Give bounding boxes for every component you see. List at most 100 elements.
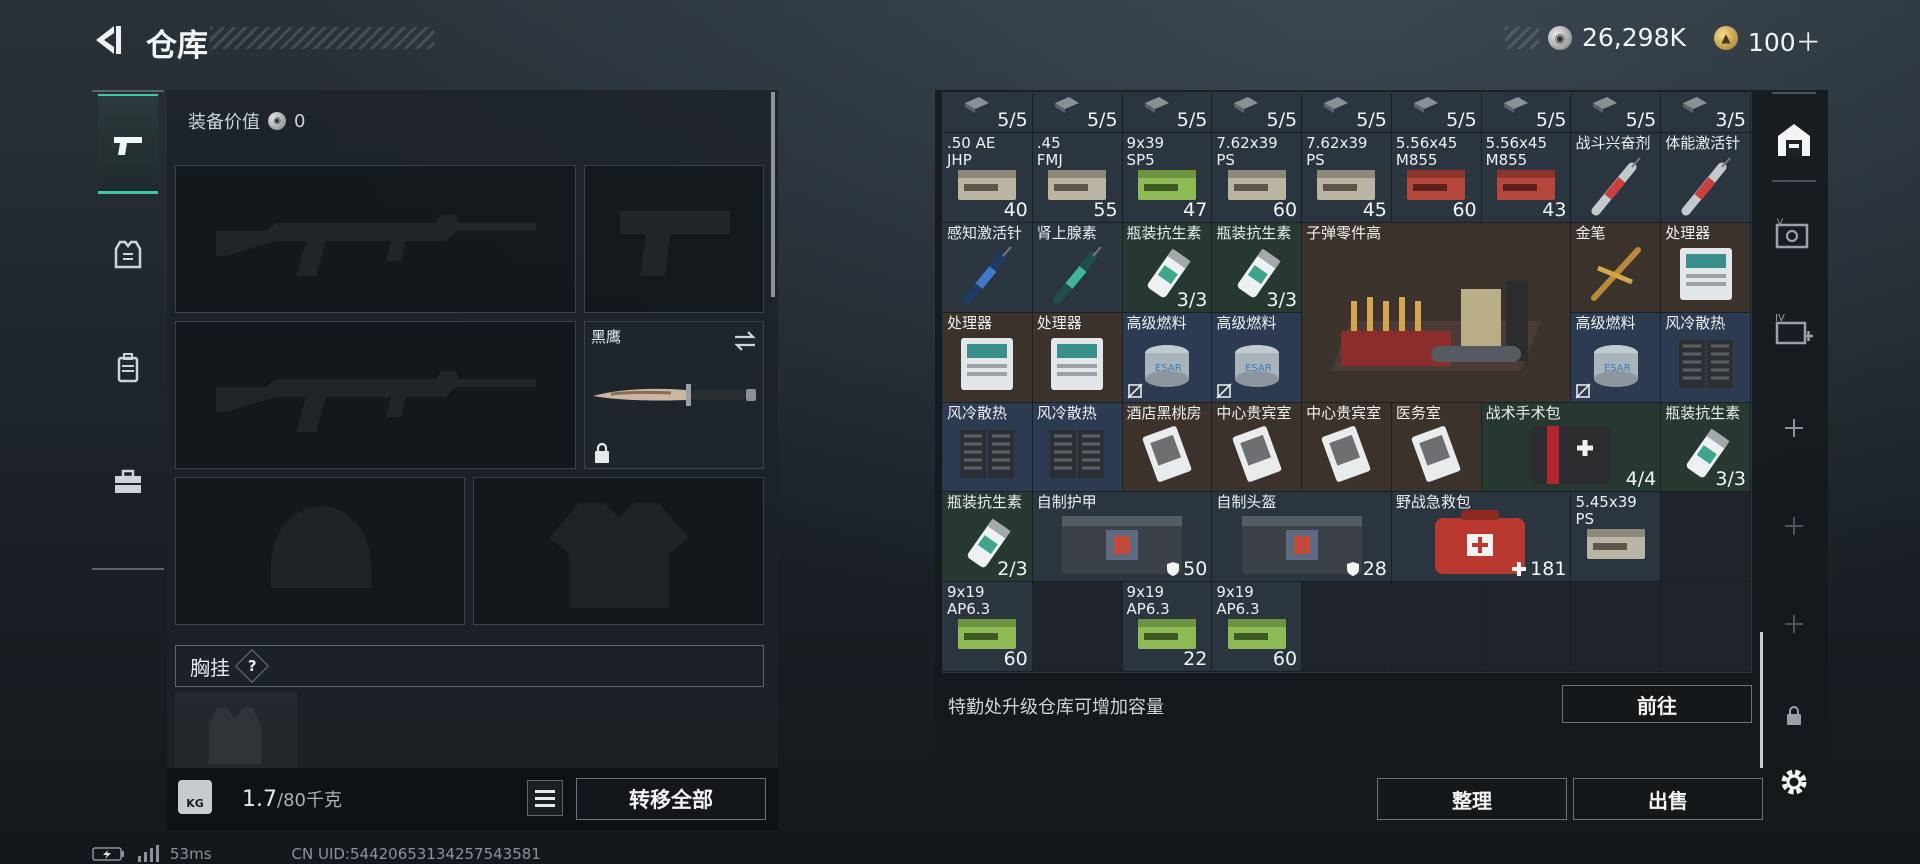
upgrade-hint: 特勤处升级仓库可增加容量 bbox=[948, 697, 1164, 718]
ammo-pack-cell[interactable]: 5/5 bbox=[1391, 93, 1482, 133]
item-name: 高级燃料 bbox=[1216, 313, 1277, 332]
sort-button[interactable]: 整理 bbox=[1377, 778, 1567, 820]
transfer-all-button[interactable]: 转移全部 bbox=[576, 778, 766, 820]
item-name: .50 AE JHP bbox=[947, 134, 996, 169]
item-ammo-tan[interactable]: 7.62x39 PS 45 bbox=[1302, 133, 1392, 223]
shield-icon bbox=[1346, 562, 1359, 577]
item-pills[interactable]: 瓶装抗生素 2/3 bbox=[943, 492, 1033, 583]
sell-button[interactable]: 出售 bbox=[1573, 778, 1763, 820]
tab-armor[interactable] bbox=[98, 204, 158, 304]
tab-expansion-iv[interactable]: IV bbox=[1774, 310, 1814, 350]
ammo-pack-cell[interactable]: 5/5 bbox=[1122, 93, 1213, 133]
item-cooler[interactable]: 风冷散热 bbox=[1661, 312, 1751, 403]
item-quantity: 60 bbox=[1003, 648, 1028, 670]
weight-max: /80千克 bbox=[277, 790, 342, 811]
ammo-pack-cell[interactable]: 5/5 bbox=[943, 93, 1033, 133]
melee-slot[interactable]: 黑鹰 bbox=[584, 321, 764, 469]
no-trade-icon bbox=[1216, 382, 1232, 399]
item-armor-case[interactable]: 自制头盔 28 bbox=[1212, 492, 1392, 583]
ammo-pack-cell[interactable]: 5/5 bbox=[1481, 93, 1572, 133]
helmet-slot[interactable] bbox=[175, 477, 465, 625]
item-surgical-kit[interactable]: 战术手术包 4/4 bbox=[1481, 402, 1662, 493]
item-name: 医务室 bbox=[1395, 403, 1441, 422]
item-pills[interactable]: 瓶装抗生素 3/3 bbox=[1212, 222, 1303, 313]
locked-slot[interactable] bbox=[1774, 696, 1814, 736]
body-armor-slot[interactable] bbox=[473, 477, 764, 625]
settings-button[interactable] bbox=[1774, 762, 1814, 802]
ammo-pack-icon bbox=[1234, 97, 1259, 113]
item-cooler[interactable]: 风冷散热 bbox=[1032, 402, 1123, 493]
add-slot-button[interactable] bbox=[1774, 408, 1814, 448]
item-ammo-tan[interactable]: 7.62x39 PS 60 bbox=[1212, 133, 1303, 223]
swap-icon[interactable] bbox=[733, 330, 757, 352]
tab-toolbox[interactable] bbox=[98, 432, 158, 532]
item-name: 野战急救包 bbox=[1395, 493, 1471, 512]
item-syringe-red[interactable]: 战斗兴奋剂 bbox=[1571, 133, 1662, 223]
ammo-pack-cell[interactable]: 5/5 bbox=[1302, 93, 1392, 133]
item-ammo-tan[interactable]: .45 FMJ 55 bbox=[1032, 133, 1123, 223]
empty-cell bbox=[1481, 582, 1572, 672]
back-button[interactable] bbox=[88, 20, 128, 60]
ammo-pack-cell[interactable]: 5/5 bbox=[1032, 93, 1123, 133]
ammo-pack-cell[interactable]: 5/5 bbox=[1571, 93, 1662, 133]
battery-icon bbox=[92, 847, 124, 861]
item-pills[interactable]: 瓶装抗生素 3/3 bbox=[1122, 222, 1213, 313]
item-fuel[interactable]: ESAR 高级燃料 bbox=[1122, 312, 1213, 403]
item-cooler[interactable]: 风冷散热 bbox=[943, 402, 1033, 493]
item-medkit[interactable]: 野战急救包 181 bbox=[1391, 492, 1572, 583]
sidearm-slot[interactable] bbox=[584, 165, 764, 313]
ammo-pack-cell[interactable]: 3/5 bbox=[1661, 93, 1751, 133]
page-title: 仓库 bbox=[146, 28, 208, 64]
item-syringe-teal[interactable]: 肾上腺素 bbox=[1032, 222, 1123, 313]
add-icon bbox=[1785, 419, 1803, 437]
armor-icon bbox=[114, 240, 142, 269]
equipment-scrollbar[interactable] bbox=[771, 92, 775, 297]
item-keycard[interactable]: 中心贵宾室 bbox=[1302, 402, 1392, 493]
primary-weapon-slot[interactable] bbox=[175, 165, 576, 313]
tab-backpack[interactable] bbox=[98, 318, 158, 418]
silver-balance: 26,298K bbox=[1582, 23, 1686, 52]
help-button[interactable]: ? bbox=[235, 649, 269, 683]
item-ammo-red[interactable]: 5.56x45 M855 43 bbox=[1481, 133, 1572, 223]
item-keycard[interactable]: 酒店黑桃房 bbox=[1122, 402, 1213, 493]
item-processor[interactable]: 处理器 bbox=[1032, 312, 1123, 403]
svg-text:IV: IV bbox=[1775, 313, 1785, 324]
item-syringe-red[interactable]: 体能激活针 bbox=[1661, 133, 1751, 223]
item-processor[interactable]: 处理器 bbox=[943, 312, 1033, 403]
item-ammo-red[interactable]: 5.56x45 M855 60 bbox=[1391, 133, 1482, 223]
equipment-value-amount: 0 bbox=[294, 110, 306, 132]
ammo-pack-cell[interactable]: 5/5 bbox=[1212, 93, 1303, 133]
item-gold-pen[interactable]: 金笔 bbox=[1571, 222, 1662, 313]
item-ammo-green[interactable]: 9x19 AP6.3 22 bbox=[1122, 582, 1213, 672]
item-processor[interactable]: 处理器 bbox=[1661, 222, 1751, 313]
item-syringe-blue[interactable]: 感知激活针 bbox=[943, 222, 1033, 313]
item-fuel[interactable]: ESAR 高级燃料 bbox=[1571, 312, 1662, 403]
item-ammo-tan[interactable]: .50 AE JHP 40 bbox=[943, 133, 1033, 223]
tab-warehouse[interactable] bbox=[1774, 120, 1814, 160]
silver-coin-icon: ◉ bbox=[268, 112, 286, 130]
tab-weapons[interactable] bbox=[98, 94, 158, 194]
item-parts-box[interactable]: 子弹零件高 bbox=[1302, 222, 1572, 403]
item-fuel[interactable]: ESAR 高级燃料 bbox=[1212, 312, 1303, 403]
goto-button[interactable]: 前往 bbox=[1562, 685, 1752, 723]
add-slot-button[interactable] bbox=[1774, 506, 1814, 546]
item-ammo-tan[interactable]: 5.45x39 PS bbox=[1571, 492, 1662, 583]
item-name: 自制护甲 bbox=[1036, 493, 1097, 512]
item-name: 肾上腺素 bbox=[1036, 223, 1097, 242]
chest-rig-slot[interactable] bbox=[175, 692, 297, 768]
item-name: 自制头盔 bbox=[1216, 493, 1277, 512]
item-pills[interactable]: 瓶装抗生素 3/3 bbox=[1661, 402, 1751, 493]
list-view-button[interactable] bbox=[527, 780, 563, 816]
tab-vault[interactable]: V bbox=[1774, 215, 1814, 255]
secondary-weapon-slot[interactable] bbox=[175, 321, 576, 469]
item-keycard[interactable]: 中心贵宾室 bbox=[1212, 402, 1303, 493]
item-keycard[interactable]: 医务室 bbox=[1391, 402, 1482, 493]
item-armor-case[interactable]: 自制护甲 50 bbox=[1032, 492, 1213, 583]
item-ammo-green[interactable]: 9x19 AP6.3 60 bbox=[1212, 582, 1303, 672]
ammo-pack-icon bbox=[1144, 97, 1169, 113]
add-slot-button[interactable] bbox=[1774, 604, 1814, 644]
gold-balance[interactable]: 100＋ bbox=[1748, 23, 1821, 59]
item-ammo-green[interactable]: 9x39 SP5 47 bbox=[1122, 133, 1213, 223]
item-ammo-green[interactable]: 9x19 AP6.3 60 bbox=[943, 582, 1033, 672]
item-quantity: 3/3 bbox=[1266, 288, 1298, 311]
